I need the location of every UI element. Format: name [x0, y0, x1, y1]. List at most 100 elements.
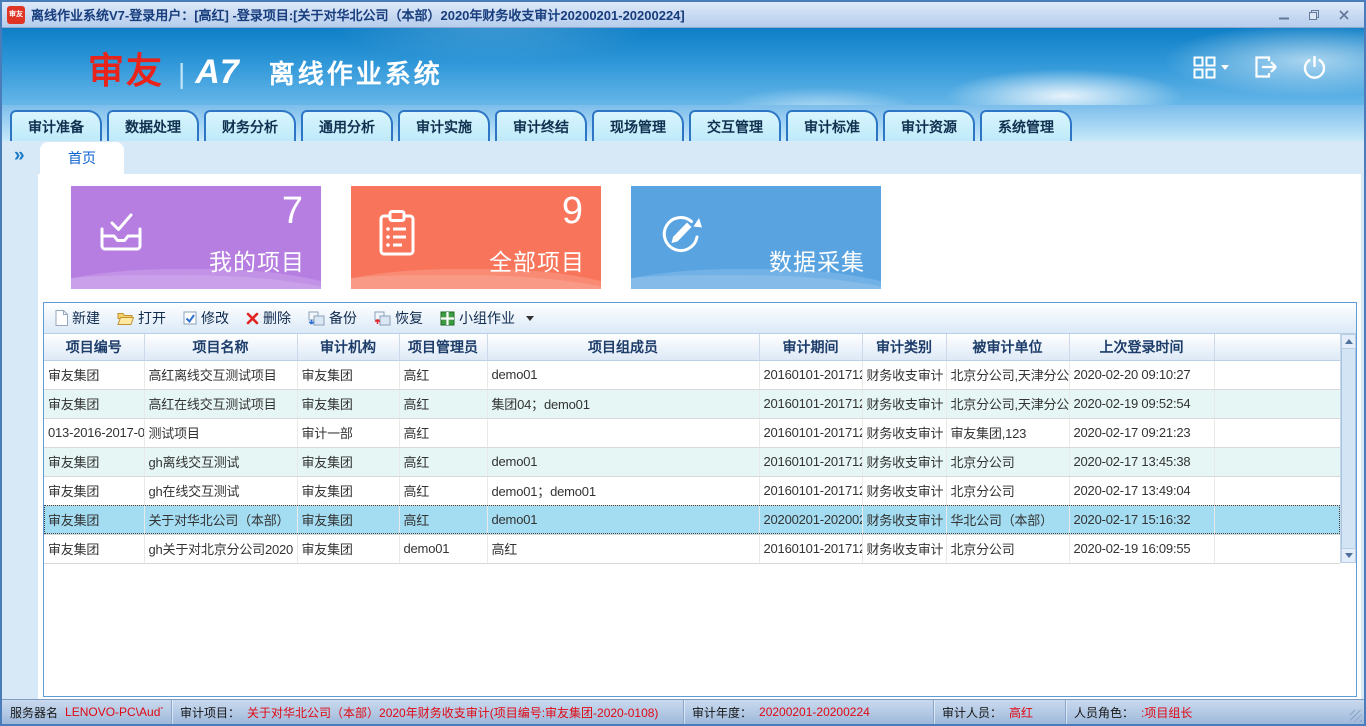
cell: 集团04；demo01: [487, 389, 759, 418]
column-header[interactable]: 审计机构: [297, 334, 399, 360]
toolbar-button-new-file[interactable]: 新建: [54, 308, 100, 328]
table-row[interactable]: 审友集团gh在线交互测试审友集团高红demo01；demo0120160101-…: [44, 476, 1340, 505]
brand-name: 审友: [88, 42, 164, 94]
cell-filler: [1214, 476, 1340, 505]
power-icon[interactable]: [1303, 55, 1326, 79]
menu-tab-7[interactable]: 现场管理: [592, 110, 684, 141]
window-controls: [1276, 8, 1352, 22]
column-header[interactable]: 项目管理员: [399, 334, 487, 360]
card-label: 全部项目: [489, 243, 585, 277]
toolbar-button-group-grid[interactable]: 小组作业: [440, 308, 534, 328]
triangle-up-icon: [1345, 339, 1353, 344]
cell: demo01；demo01: [487, 476, 759, 505]
column-header[interactable]: 被审计单位: [946, 334, 1069, 360]
menu-tab-6[interactable]: 审计终结: [495, 110, 587, 141]
cell: demo01: [487, 447, 759, 476]
table-header-row: 项目编号项目名称审计机构项目管理员项目组成员审计期间审计类别被审计单位上次登录时…: [44, 334, 1340, 360]
maximize-icon[interactable]: [1306, 8, 1322, 22]
table-row[interactable]: 审友集团高红离线交互测试项目审友集团高红demo0120160101-20171…: [44, 360, 1340, 389]
cell: 审友集团: [297, 360, 399, 389]
cell: 高红: [399, 476, 487, 505]
scroll-down-button[interactable]: [1341, 548, 1356, 563]
menu-tab-8[interactable]: 交互管理: [689, 110, 781, 141]
resize-grip-icon[interactable]: [1350, 710, 1362, 722]
cell: 20160101-2017123: [759, 389, 862, 418]
cell: 审友集团: [297, 447, 399, 476]
column-header[interactable]: 项目名称: [144, 334, 297, 360]
logout-icon[interactable]: [1253, 55, 1279, 79]
inbox-check-icon: [97, 210, 145, 259]
table-row[interactable]: 审友集团gh离线交互测试审友集团高红demo0120160101-2017123…: [44, 447, 1340, 476]
tab-home[interactable]: 首页: [40, 142, 124, 174]
toolbar-button-backup[interactable]: 备份: [308, 308, 357, 328]
menu-tab-10[interactable]: 审计资源: [883, 110, 975, 141]
cell: 财务收支审计: [862, 534, 946, 563]
cell: 2020-02-19 09:52:54: [1069, 389, 1214, 418]
menu-tab-1[interactable]: 审计准备: [10, 110, 102, 141]
cell: 审友集团: [297, 476, 399, 505]
card-label: 数据采集: [769, 243, 865, 277]
table-row[interactable]: 审友集团gh关于对北京分公司2020审友集团demo01高红20160101-2…: [44, 534, 1340, 563]
card-edit-sync[interactable]: 数据采集: [631, 186, 881, 289]
clipboard-list-icon: [377, 210, 417, 262]
cell: 审友集团: [44, 389, 144, 418]
cell-filler: [1214, 505, 1340, 534]
cell: 审友集团: [297, 505, 399, 534]
status-value: 20200201-20200224: [759, 705, 870, 719]
cell: 2020-02-19 16:09:55: [1069, 534, 1214, 563]
card-clipboard-list[interactable]: 9 全部项目: [351, 186, 601, 289]
title-bar: 审友 离线作业系统V7-登录用户：[高红] -登录项目:[关于对华北公司（本部）…: [2, 2, 1364, 28]
main-panel: 7 我的项目 9 全部项目 数据采集 新建打开修改 删除备份恢复小组作业 项目编号项目名称…: [38, 174, 1361, 699]
cell: 审计一部: [297, 418, 399, 447]
column-header[interactable]: 上次登录时间: [1069, 334, 1214, 360]
cell: 审友集团: [297, 389, 399, 418]
toolbar-button-restore[interactable]: 恢复: [374, 308, 423, 328]
collapse-sidebar-icon[interactable]: »: [14, 146, 25, 165]
cell: 审友集团: [44, 534, 144, 563]
table-row[interactable]: 审友集团高红在线交互测试项目审友集团高红集团04；demo0120160101-…: [44, 389, 1340, 418]
dropdown-caret-icon[interactable]: [526, 316, 534, 321]
cell: 审友集团: [44, 505, 144, 534]
toolbar-button-open-folder[interactable]: 打开: [117, 308, 166, 328]
close-icon[interactable]: [1336, 8, 1352, 22]
column-header[interactable]: 审计类别: [862, 334, 946, 360]
scroll-thumb[interactable]: [1341, 349, 1356, 548]
cell-filler: [1214, 389, 1340, 418]
chevron-down-icon: [1221, 65, 1229, 70]
minimize-icon[interactable]: [1276, 8, 1292, 22]
projects-grid: 新建打开修改删除备份恢复小组作业 项目编号项目名称审计机构项目管理员项目组成员审…: [43, 302, 1357, 697]
workspace: » 首页 7 我的项目 9 全部项目 数据采集 新建打开修改 删除备份恢复小组作业 项目编…: [2, 141, 1364, 699]
cell-filler: [1214, 447, 1340, 476]
apps-grid-icon[interactable]: [1193, 56, 1229, 79]
cell: 财务收支审计: [862, 447, 946, 476]
toolbar-button-label: 删除: [263, 308, 291, 328]
vertical-scrollbar[interactable]: [1340, 334, 1356, 563]
table-row[interactable]: 013-2016-2017-0测试项目审计一部高红20160101-201712…: [44, 418, 1340, 447]
column-header[interactable]: 项目编号: [44, 334, 144, 360]
menu-tab-2[interactable]: 数据处理: [107, 110, 199, 141]
cell: demo01: [399, 534, 487, 563]
cell: 审友集团,123: [946, 418, 1069, 447]
menu-tab-3[interactable]: 财务分析: [204, 110, 296, 141]
column-header[interactable]: 审计期间: [759, 334, 862, 360]
column-header[interactable]: 项目组成员: [487, 334, 759, 360]
cell: 20160101-2017123: [759, 360, 862, 389]
card-value: 9: [562, 190, 583, 233]
toolbar-button-edit-check[interactable]: 修改: [183, 308, 229, 328]
card-label: 我的项目: [209, 243, 305, 277]
card-value: 7: [282, 190, 303, 233]
status-value: LENOVO-PC\AudT;: [65, 705, 163, 719]
toolbar-button-delete-x[interactable]: 删除: [246, 308, 291, 328]
status-label: 审计年度：: [692, 704, 752, 721]
scroll-up-button[interactable]: [1341, 334, 1356, 349]
restore-icon: [374, 311, 391, 326]
menu-tab-9[interactable]: 审计标准: [786, 110, 878, 141]
card-inbox-check[interactable]: 7 我的项目: [71, 186, 321, 289]
menu-tab-4[interactable]: 通用分析: [301, 110, 393, 141]
menu-tab-11[interactable]: 系统管理: [980, 110, 1072, 141]
stat-cards: 7 我的项目 9 全部项目 数据采集: [38, 174, 1361, 289]
table-row[interactable]: 审友集团关于对华北公司（本部）审友集团高红demo0120200201-2020…: [44, 505, 1340, 534]
cell: 高红在线交互测试项目: [144, 389, 297, 418]
menu-tab-5[interactable]: 审计实施: [398, 110, 490, 141]
status-segment-4: 审计人员：高红: [934, 700, 1066, 724]
